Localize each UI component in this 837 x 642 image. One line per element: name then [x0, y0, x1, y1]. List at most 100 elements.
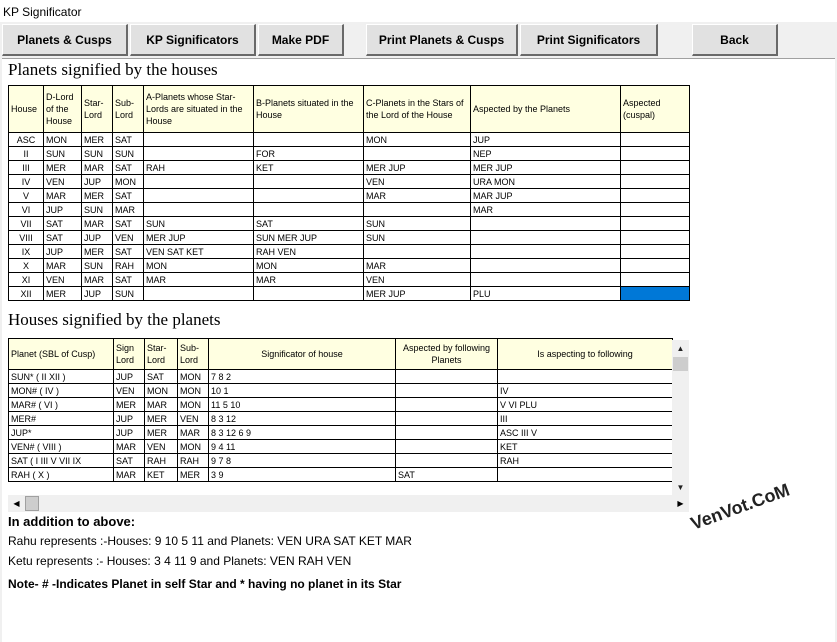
planet-cell[interactable]: MON [177, 397, 209, 412]
house-cell[interactable]: SAT [112, 216, 144, 231]
house-cell[interactable]: VEN SAT KET [143, 244, 254, 259]
kp-significators-button[interactable]: KP Significators [130, 24, 256, 56]
planet-cell[interactable]: MER [144, 411, 178, 426]
house-cell[interactable]: VIII [8, 230, 44, 245]
house-cell[interactable]: JUP [43, 244, 82, 259]
planets-horizontal-scrollbar[interactable]: ◀ ▶ [8, 495, 689, 512]
house-cell[interactable]: SUN [363, 216, 471, 231]
house-cell[interactable]: MER JUP [363, 286, 471, 301]
house-cell[interactable]: MER JUP [143, 230, 254, 245]
planet-cell[interactable]: KET [497, 439, 673, 454]
house-cell[interactable]: XI [8, 272, 44, 287]
house-cell[interactable]: MON [143, 258, 254, 273]
house-cell[interactable]: SAT [253, 216, 364, 231]
house-cell[interactable]: MAR [112, 202, 144, 217]
house-cell[interactable]: MON [363, 132, 471, 147]
house-cell[interactable] [253, 188, 364, 203]
house-cell[interactable]: SUN [81, 258, 113, 273]
planet-cell[interactable]: MON [177, 369, 209, 384]
make-pdf-button[interactable]: Make PDF [258, 24, 344, 56]
scroll-left-icon[interactable]: ◀ [8, 495, 25, 512]
house-cell[interactable] [143, 286, 254, 301]
house-cell[interactable] [253, 132, 364, 147]
planet-cell[interactable] [497, 369, 673, 384]
house-cell[interactable]: IX [8, 244, 44, 259]
house-cell[interactable] [363, 244, 471, 259]
planet-cell[interactable]: MAR [144, 397, 178, 412]
house-cell[interactable] [620, 202, 690, 217]
house-cell[interactable]: SUN [81, 146, 113, 161]
scroll-right-icon[interactable]: ▶ [672, 495, 689, 512]
house-cell[interactable]: MAR [363, 258, 471, 273]
house-cell[interactable]: SAT [112, 188, 144, 203]
house-cell[interactable] [620, 230, 690, 245]
house-cell[interactable]: MAR [81, 272, 113, 287]
planet-cell[interactable] [395, 397, 498, 412]
planet-cell[interactable]: 8 3 12 [208, 411, 396, 426]
planet-cell[interactable] [395, 369, 498, 384]
house-cell[interactable]: SUN [363, 230, 471, 245]
house-cell[interactable]: II [8, 146, 44, 161]
planet-cell[interactable]: SUN* ( II XII ) [8, 369, 114, 384]
house-cell[interactable] [363, 146, 471, 161]
planet-cell[interactable]: KET [144, 467, 178, 482]
house-cell[interactable]: SUN MER JUP [253, 230, 364, 245]
planet-cell[interactable] [395, 411, 498, 426]
scroll-thumb[interactable] [673, 357, 688, 371]
house-cell[interactable]: MAR [81, 160, 113, 175]
house-cell[interactable] [620, 286, 690, 301]
house-cell[interactable]: MER JUP [363, 160, 471, 175]
house-cell[interactable]: PLU [470, 286, 621, 301]
house-cell[interactable] [620, 258, 690, 273]
house-cell[interactable]: MAR [43, 188, 82, 203]
planet-cell[interactable]: MER [177, 467, 209, 482]
house-cell[interactable] [620, 174, 690, 189]
planet-cell[interactable]: JUP [113, 369, 145, 384]
house-cell[interactable] [620, 188, 690, 203]
house-cell[interactable]: SUN [143, 216, 254, 231]
planet-cell[interactable]: IV [497, 383, 673, 398]
house-cell[interactable] [620, 272, 690, 287]
house-cell[interactable] [253, 286, 364, 301]
house-cell[interactable]: MAR [363, 188, 471, 203]
house-cell[interactable]: RAH [112, 258, 144, 273]
planet-cell[interactable] [395, 453, 498, 468]
house-cell[interactable] [143, 174, 254, 189]
house-cell[interactable]: MER [81, 132, 113, 147]
planet-cell[interactable]: VEN# ( VIII ) [8, 439, 114, 454]
house-cell[interactable]: MAR [143, 272, 254, 287]
planet-cell[interactable]: MAR [113, 439, 145, 454]
house-cell[interactable]: SAT [43, 216, 82, 231]
house-cell[interactable]: SAT [112, 160, 144, 175]
house-cell[interactable]: XII [8, 286, 44, 301]
house-cell[interactable]: JUP [470, 132, 621, 147]
scroll-down-icon[interactable]: ▼ [672, 479, 689, 495]
planet-cell[interactable]: MON [177, 439, 209, 454]
house-cell[interactable]: RAH [143, 160, 254, 175]
house-cell[interactable]: SUN [112, 146, 144, 161]
house-cell[interactable]: SAT [43, 230, 82, 245]
house-cell[interactable] [620, 160, 690, 175]
back-button[interactable]: Back [692, 24, 778, 56]
planet-cell[interactable]: MER# [8, 411, 114, 426]
house-cell[interactable] [143, 146, 254, 161]
house-cell[interactable] [470, 216, 621, 231]
planet-cell[interactable]: SAT [395, 467, 498, 482]
house-cell[interactable] [470, 230, 621, 245]
house-cell[interactable] [620, 244, 690, 259]
house-cell[interactable]: URA MON [470, 174, 621, 189]
house-cell[interactable]: V [8, 188, 44, 203]
planet-cell[interactable]: MER [113, 397, 145, 412]
planet-cell[interactable]: RAH [497, 453, 673, 468]
planet-cell[interactable]: MON [144, 383, 178, 398]
house-cell[interactable]: MAR [253, 272, 364, 287]
house-cell[interactable]: SUN [43, 146, 82, 161]
house-cell[interactable] [253, 202, 364, 217]
house-cell[interactable]: RAH VEN [253, 244, 364, 259]
house-cell[interactable]: JUP [43, 202, 82, 217]
planet-cell[interactable]: MON# ( IV ) [8, 383, 114, 398]
house-cell[interactable]: MER [81, 188, 113, 203]
house-cell[interactable] [470, 244, 621, 259]
house-cell[interactable]: SUN [81, 202, 113, 217]
house-cell[interactable]: VI [8, 202, 44, 217]
